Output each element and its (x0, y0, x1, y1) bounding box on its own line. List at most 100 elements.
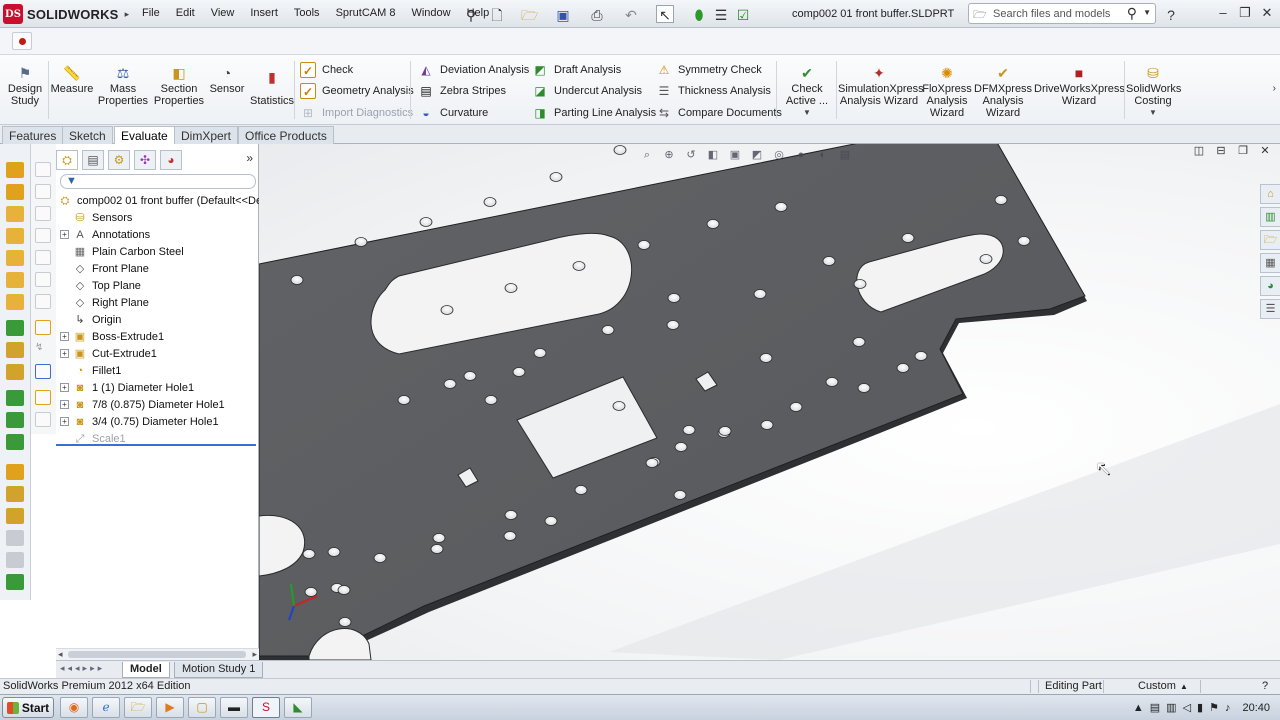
viewport-restore-icon[interactable]: ❐ (1234, 144, 1252, 160)
curves-icon[interactable] (6, 434, 24, 450)
import-diagnostics-button[interactable]: ⊞ Import Diagnostics (300, 105, 413, 121)
tree-item[interactable]: + ▣ Cut-Extrude1 (60, 345, 157, 362)
tray-expand-icon[interactable]: ▲ (1133, 702, 1144, 714)
more-tabs-icon[interactable]: » (246, 151, 253, 165)
configuration-manager-tab-icon[interactable]: ⚙ (108, 150, 130, 170)
options-icon[interactable]: ☑ (734, 5, 752, 23)
zoom-area-icon[interactable]: ⊕ (661, 147, 677, 163)
search-box[interactable]: 🗁 Search files and models ⚲ ▼ (968, 3, 1156, 24)
clock[interactable]: 20:40 (1242, 702, 1270, 714)
help-icon[interactable]: ? (1162, 5, 1180, 23)
split-horizontal-icon[interactable]: ◫ (1190, 144, 1208, 160)
instant3d-icon[interactable] (6, 552, 24, 568)
dfmxpress-button[interactable]: ✔ DFMXpress Analysis Wizard (974, 65, 1032, 119)
tree-item[interactable]: + ▣ Boss-Extrude1 (60, 328, 164, 345)
trim-icon[interactable] (35, 320, 51, 335)
sketch-icon[interactable] (35, 162, 51, 177)
linear-pattern-icon[interactable] (35, 412, 51, 427)
ie-icon[interactable]: ℯ (92, 697, 120, 718)
explorer-icon[interactable]: ▢ (188, 697, 216, 718)
file-properties-icon[interactable]: ☰ (712, 5, 730, 23)
driveworksxpress-button[interactable]: ■ DriveWorksXpress Wizard (1034, 65, 1125, 107)
pin-icon[interactable]: ⚲ (462, 5, 480, 23)
undo-icon[interactable]: ↶ (622, 5, 640, 23)
wrap-icon[interactable] (6, 486, 24, 502)
terminal-icon[interactable]: ▬ (220, 697, 248, 718)
file-explorer-icon[interactable]: 🗁 (1260, 230, 1280, 250)
sweep-icon[interactable] (6, 206, 24, 222)
menu-window[interactable]: Window (403, 7, 458, 19)
dome-icon[interactable] (6, 508, 24, 524)
tree-item[interactable]: +◇Right Plane (60, 294, 149, 311)
undercut-analysis-button[interactable]: ◪ Undercut Analysis (532, 83, 642, 99)
statistics-button[interactable]: ▮ Statistics (250, 69, 294, 107)
tab-office-products[interactable]: Office Products (238, 126, 334, 144)
simulationxpress-button[interactable]: ✦ SimulationXpress Analysis Wizard (838, 65, 924, 107)
check-button[interactable]: ✓ Check (300, 62, 353, 78)
design-study-button[interactable]: ⚑ Design Study (4, 65, 46, 107)
tree-item[interactable]: +◇Front Plane (60, 260, 149, 277)
folder-icon[interactable]: 🗁 (124, 697, 152, 718)
extrude-icon[interactable] (6, 162, 24, 178)
loft-icon[interactable] (6, 228, 24, 244)
tab-nav-arrows-icon[interactable]: ◂◂◂▸▸▸ (60, 663, 105, 674)
expand-toggle-icon[interactable]: + (60, 332, 69, 341)
close-icon[interactable]: ✕ (1258, 4, 1276, 22)
thickness-analysis-button[interactable]: ☰ Thickness Analysis (656, 83, 771, 99)
search-dropdown-icon[interactable]: ▼ (1143, 8, 1151, 17)
expand-toggle-icon[interactable]: + (60, 230, 69, 239)
revolve-icon[interactable] (6, 184, 24, 200)
check-active-document-button[interactable]: ✔ Check Active ... ▼ (780, 65, 834, 119)
menu-edit[interactable]: Edit (168, 7, 203, 19)
mirror-entities-icon[interactable] (35, 390, 51, 405)
tree-item[interactable]: +↳Origin (60, 311, 121, 328)
geometry-analysis-button[interactable]: ✓ Geometry Analysis (300, 83, 414, 99)
menu-file[interactable]: File (134, 7, 168, 19)
design-library-icon[interactable]: ▥ (1260, 207, 1280, 227)
smart-dimension-icon[interactable] (35, 184, 51, 199)
tree-item[interactable]: +◔Fillet1 (60, 362, 122, 379)
apply-scene-icon[interactable]: ◐ (815, 147, 831, 163)
expand-toggle-icon[interactable]: + (60, 417, 69, 426)
custom-properties-icon[interactable]: ☰ (1260, 299, 1280, 319)
arc-icon[interactable] (35, 272, 51, 287)
tree-item[interactable]: + ◙ 1 (1) Diameter Hole1 (60, 379, 194, 396)
viewport-close-icon[interactable]: ✕ (1256, 144, 1274, 160)
feature-manager-scrollbar[interactable]: ◂ ▸ (56, 648, 259, 660)
flag-icon[interactable]: ⚑ (1209, 701, 1219, 714)
display-style-icon[interactable]: ◩ (749, 147, 765, 163)
tree-item[interactable]: + ◙ 7/8 (0.875) Diameter Hole1 (60, 396, 225, 413)
freeform-icon[interactable] (6, 574, 24, 590)
speaker-icon[interactable]: ♪ (1225, 702, 1231, 714)
units-dropdown-icon[interactable]: ▲ (1180, 682, 1188, 691)
power-icon[interactable]: ▮ (1197, 701, 1203, 714)
scroll-left-icon[interactable]: ◂ (58, 649, 63, 660)
feature-tree-tab-icon[interactable]: ⛭ (56, 150, 78, 170)
view-settings-icon[interactable]: ▤ (837, 147, 853, 163)
menu-tools[interactable]: Tools (286, 7, 328, 19)
search-icon[interactable]: ⚲ (1127, 5, 1137, 22)
graphics-area[interactable]: ⌕ ⊕ ↺ ◧ ▣ ◩ ◎ ● ◐ ▤ ◫ ⊟ ❐ ✕ ⌂ ▥ 🗁 ▦ ◕ ☰ … (259, 144, 1280, 660)
split-vertical-icon[interactable]: ⊟ (1212, 144, 1230, 160)
offset-icon[interactable] (35, 364, 51, 379)
search-scope-icon[interactable]: 🗁 (973, 6, 987, 25)
menu-insert[interactable]: Insert (242, 7, 286, 19)
property-manager-tab-icon[interactable]: ▤ (82, 150, 104, 170)
app-logo[interactable]: DS SOLIDWORKS ▸ (3, 4, 129, 24)
tab-motion-study[interactable]: Motion Study 1 (174, 662, 264, 678)
expand-toggle-icon[interactable]: + (60, 400, 69, 409)
select-cursor-icon[interactable]: ↖ (656, 5, 674, 23)
tree-filter[interactable]: ▼ (60, 174, 256, 189)
reference-geometry-icon[interactable] (6, 412, 24, 428)
zebra-stripes-button[interactable]: ▤ Zebra Stripes (418, 83, 506, 99)
fillet-tool-icon[interactable] (6, 272, 24, 288)
symmetry-check-button[interactable]: ⚠ Symmetry Check (656, 62, 762, 78)
zoom-to-fit-icon[interactable]: ⌕ (639, 147, 655, 163)
tab-evaluate[interactable]: Evaluate (114, 126, 175, 145)
rectangle-icon[interactable] (35, 228, 51, 243)
section-properties-button[interactable]: ◧ Section Properties (152, 65, 206, 107)
sprutcam-icon[interactable]: ◣ (284, 697, 312, 718)
mirror-icon[interactable] (6, 390, 24, 406)
pattern-icon[interactable] (6, 320, 24, 336)
line-icon[interactable] (35, 206, 51, 221)
